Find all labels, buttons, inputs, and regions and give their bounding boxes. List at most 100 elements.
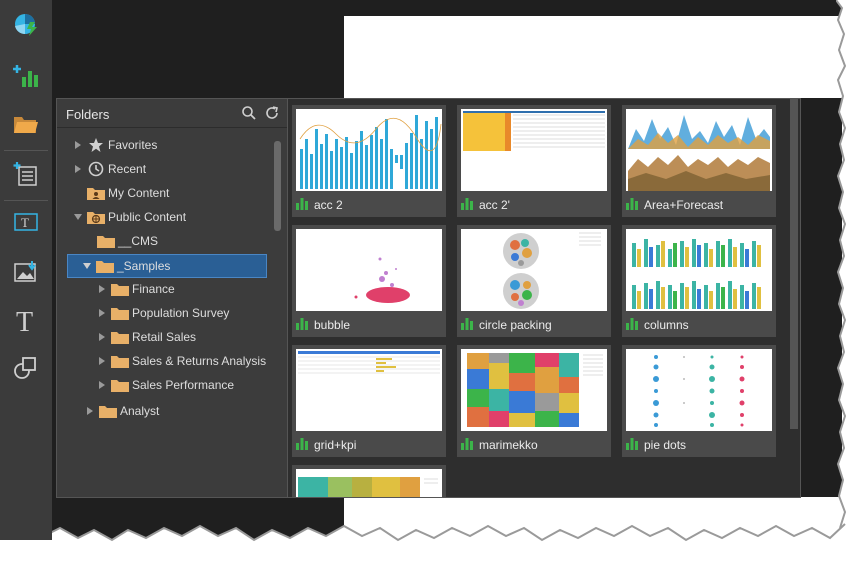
collapse-arrow-icon[interactable] bbox=[73, 212, 83, 222]
folders-scrollbar[interactable] bbox=[274, 141, 281, 231]
folders-header: Folders bbox=[57, 99, 287, 128]
folder-icon bbox=[111, 353, 129, 369]
report-card[interactable]: acc 2 bbox=[292, 105, 446, 217]
tree-node-label: Analyst bbox=[120, 404, 160, 418]
tree-node-label: __CMS bbox=[118, 234, 159, 248]
tree-node-analyst[interactable]: Analyst bbox=[85, 400, 159, 422]
chart-type-icon bbox=[626, 437, 638, 453]
chart-type-icon bbox=[626, 197, 638, 213]
report-card-caption: marimekko bbox=[461, 437, 538, 453]
expand-arrow-icon[interactable] bbox=[97, 308, 107, 318]
content-grid: acc 2 acc 2' Area+Forecast bubble circle… bbox=[287, 98, 801, 498]
report-card-caption: acc 2 bbox=[296, 197, 343, 213]
treemap-thumb bbox=[296, 469, 442, 497]
report-card[interactable] bbox=[292, 465, 446, 497]
report-card-label: marimekko bbox=[479, 438, 538, 452]
expand-arrow-icon[interactable] bbox=[97, 356, 107, 366]
report-card-label: bubble bbox=[314, 318, 351, 332]
report-card-caption: Area+Forecast bbox=[626, 197, 723, 213]
clock-icon bbox=[87, 161, 105, 177]
expand-arrow-icon[interactable] bbox=[73, 140, 83, 150]
app-logo-icon[interactable] bbox=[10, 8, 42, 40]
tree-node-sales-returns-analysis[interactable]: Sales & Returns Analysis bbox=[97, 350, 266, 372]
folders-title: Folders bbox=[66, 107, 110, 122]
report-card[interactable]: Area+Forecast bbox=[622, 105, 776, 217]
refresh-icon[interactable] bbox=[264, 105, 280, 121]
tree-node-population-survey[interactable]: Population Survey bbox=[97, 302, 229, 324]
report-card[interactable]: circle packing bbox=[457, 225, 611, 337]
text-tool-icon[interactable]: T bbox=[10, 304, 42, 336]
tree-node-retail-sales[interactable]: Retail Sales bbox=[97, 326, 196, 348]
grid-kpi-thumb bbox=[296, 349, 442, 431]
report-card-label: circle packing bbox=[479, 318, 552, 332]
chart-type-icon bbox=[626, 317, 638, 333]
report-card[interactable]: acc 2' bbox=[457, 105, 611, 217]
area-chart-thumb bbox=[626, 109, 772, 191]
report-card[interactable]: bubble bbox=[292, 225, 446, 337]
report-card-caption: pie dots bbox=[626, 437, 686, 453]
chart-type-icon bbox=[461, 437, 473, 453]
content-scrollbar[interactable] bbox=[790, 99, 798, 429]
shapes-icon[interactable] bbox=[10, 352, 42, 384]
report-card-label: Area+Forecast bbox=[644, 198, 724, 212]
columns-thumb bbox=[626, 229, 772, 311]
tree-node-label: Public Content bbox=[108, 210, 187, 224]
tree-node-recent[interactable]: Recent bbox=[73, 158, 146, 180]
chart-type-icon bbox=[296, 437, 308, 453]
globe-folder-icon bbox=[87, 209, 105, 225]
pie-dots-thumb bbox=[626, 349, 772, 431]
toolbar-divider bbox=[4, 200, 48, 201]
collapse-arrow-icon[interactable] bbox=[82, 261, 92, 271]
tree-node-finance[interactable]: Finance bbox=[97, 278, 175, 300]
expand-arrow-icon[interactable] bbox=[73, 164, 83, 174]
expand-arrow-icon[interactable] bbox=[85, 406, 95, 416]
search-icon[interactable] bbox=[241, 105, 257, 121]
report-card-caption: bubble bbox=[296, 317, 350, 333]
report-card-caption: acc 2' bbox=[461, 197, 510, 213]
report-card-label: columns bbox=[644, 318, 689, 332]
report-card-caption: columns bbox=[626, 317, 689, 333]
user-folder-icon bbox=[87, 185, 105, 201]
canvas-area bbox=[344, 16, 842, 98]
open-folder-icon[interactable] bbox=[10, 108, 42, 140]
tree-node-public-content[interactable]: Public Content bbox=[73, 206, 186, 228]
bubble-thumb bbox=[296, 229, 442, 311]
torn-edge-bottom bbox=[0, 520, 863, 562]
tree-node-label: _Samples bbox=[117, 259, 171, 273]
report-card-label: pie dots bbox=[644, 438, 687, 452]
tree-node-label: Finance bbox=[132, 282, 175, 296]
chart-type-icon bbox=[296, 317, 308, 333]
expand-arrow-icon[interactable] bbox=[97, 284, 107, 294]
tree-node-label: Sales Performance bbox=[132, 378, 235, 392]
expand-arrow-icon[interactable] bbox=[97, 380, 107, 390]
report-card[interactable]: marimekko bbox=[457, 345, 611, 457]
svg-text:T: T bbox=[21, 215, 29, 230]
table-thumb bbox=[461, 109, 607, 191]
chart-type-icon bbox=[461, 197, 473, 213]
tree-node-favorites[interactable]: Favorites bbox=[73, 134, 157, 156]
report-card-caption: grid+kpi bbox=[296, 437, 356, 453]
tree-node-sales-performance[interactable]: Sales Performance bbox=[97, 374, 234, 396]
circle-packing-thumb bbox=[461, 229, 607, 311]
report-card[interactable]: grid+kpi bbox=[292, 345, 446, 457]
folders-panel: Folders Favorites Recent My Content Publ… bbox=[56, 98, 288, 498]
left-toolbar: T T bbox=[0, 0, 52, 540]
tree-node-label: Recent bbox=[108, 162, 147, 176]
tree-node-cms[interactable]: __CMS bbox=[97, 230, 158, 252]
star-icon bbox=[87, 137, 105, 153]
report-card[interactable]: pie dots bbox=[622, 345, 776, 457]
new-chart-icon[interactable] bbox=[10, 60, 42, 92]
report-card-label: acc 2 bbox=[314, 198, 343, 212]
report-card-label: grid+kpi bbox=[314, 438, 357, 452]
tree-node-my-content[interactable]: My Content bbox=[87, 182, 169, 204]
expand-arrow-icon[interactable] bbox=[97, 332, 107, 342]
folder-icon bbox=[96, 258, 114, 274]
report-card[interactable]: columns bbox=[622, 225, 776, 337]
add-list-icon[interactable] bbox=[10, 158, 42, 190]
tree-node-label: Population Survey bbox=[132, 306, 230, 320]
tree-node-samples[interactable]: _Samples bbox=[67, 254, 267, 278]
image-icon[interactable] bbox=[10, 256, 42, 288]
tree-node-label: My Content bbox=[108, 186, 170, 200]
text-box-icon[interactable]: T bbox=[10, 206, 42, 238]
folder-icon bbox=[111, 305, 129, 321]
